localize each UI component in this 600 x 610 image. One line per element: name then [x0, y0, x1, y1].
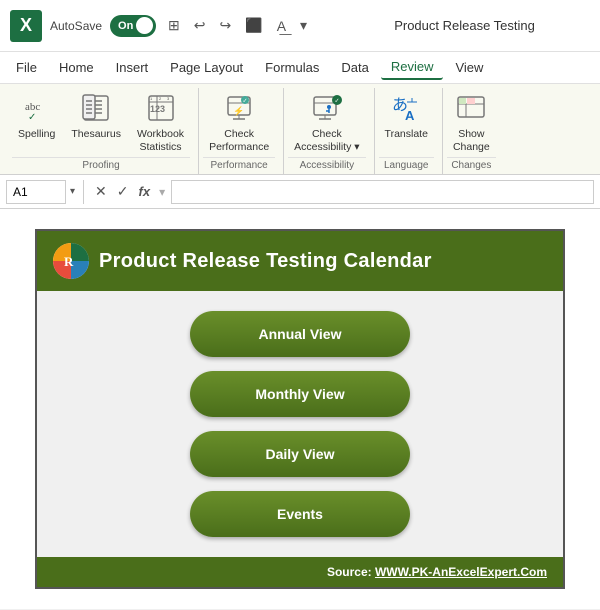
autosave-toggle[interactable]: On [110, 15, 156, 37]
workbook-stats-button[interactable]: 1 2 3 123 WorkbookStatistics [131, 92, 190, 155]
menu-file[interactable]: File [6, 56, 47, 79]
sheet-title: Product Release Testing Calendar [99, 250, 432, 273]
svg-text:✓: ✓ [28, 112, 36, 122]
translate-label: Translate [385, 128, 428, 141]
grid-icon[interactable]: ⬛ [241, 15, 266, 36]
menu-review[interactable]: Review [381, 55, 444, 80]
changes-label: Changes [447, 157, 496, 174]
svg-text:⚡: ⚡ [233, 105, 244, 117]
thesaurus-button[interactable]: Thesaurus [65, 92, 127, 143]
cancel-formula-icon[interactable]: ✕ [92, 183, 110, 200]
formula-bar: A1 ▾ ✕ ✓ fx ▾ [0, 175, 600, 209]
title-bar: X AutoSave On ⊞ ↩ ↪ ⬛ A͟ ▾ Product Relea… [0, 0, 600, 52]
events-button[interactable]: Events [190, 491, 410, 537]
redo-icon[interactable]: ↪ [216, 15, 236, 36]
ribbon-group-proofing: abc ✓ Spelling [8, 88, 199, 174]
ribbon-group-language: あ A Translate Language [375, 88, 443, 174]
excel-logo: X [10, 10, 42, 42]
thesaurus-label: Thesaurus [71, 128, 121, 141]
check-performance-button[interactable]: ⚡ ✓ CheckPerformance [203, 92, 275, 155]
formula-input[interactable] [171, 180, 594, 204]
show-changes-button[interactable]: ShowChange [447, 92, 496, 155]
accessibility-label: Accessibility [288, 157, 365, 174]
undo-icon[interactable]: ↩ [190, 15, 210, 36]
ribbon-group-performance: ⚡ ✓ CheckPerformance Performance [199, 88, 284, 174]
title-bar-icons: ⊞ ↩ ↪ ⬛ A͟ ▾ [164, 15, 311, 36]
spelling-label: Spelling [18, 128, 55, 141]
spelling-button[interactable]: abc ✓ Spelling [12, 92, 61, 143]
toggle-text: On [118, 20, 133, 32]
workbook-stats-icon: 1 2 3 123 [147, 94, 175, 126]
annual-view-button[interactable]: Annual View [190, 311, 410, 357]
check-performance-icon: ⚡ ✓ [225, 94, 253, 126]
cell-reference[interactable]: A1 [6, 180, 66, 204]
more-icon[interactable]: ▾ [296, 15, 311, 36]
font-color-icon[interactable]: A͟ [273, 16, 290, 36]
menu-data[interactable]: Data [331, 56, 378, 79]
confirm-formula-icon[interactable]: ✓ [114, 183, 132, 200]
svg-text:✓: ✓ [334, 99, 339, 105]
show-changes-label: ShowChange [453, 128, 490, 153]
svg-text:123: 123 [150, 104, 165, 114]
workbook-stats-label: WorkbookStatistics [137, 128, 184, 153]
sheet-card: R Product Release Testing Calendar Annua… [35, 229, 565, 589]
svg-text:✓: ✓ [243, 99, 248, 105]
show-changes-icon [456, 94, 486, 126]
footer-text: Source: WWW.PK-AnExcelExpert.Com [327, 565, 547, 579]
proofing-label: Proofing [12, 157, 190, 174]
check-accessibility-label: CheckAccessibility ▾ [294, 128, 359, 153]
check-performance-label: CheckPerformance [209, 128, 269, 153]
insert-function-icon[interactable]: fx [136, 184, 154, 199]
menu-page-layout[interactable]: Page Layout [160, 56, 253, 79]
sheet-container: R Product Release Testing Calendar Annua… [0, 209, 600, 609]
translate-button[interactable]: あ A Translate [379, 92, 434, 143]
svg-text:A: A [405, 108, 415, 122]
translate-icon: あ A [391, 94, 421, 126]
cell-options-icon[interactable]: ▾ [70, 186, 75, 197]
ribbon-group-accessibility: ✓ CheckAccessibility ▾ Accessibility [284, 88, 374, 174]
formula-divider [83, 180, 84, 204]
check-accessibility-button[interactable]: ✓ CheckAccessibility ▾ [288, 92, 365, 155]
thesaurus-icon [82, 94, 110, 126]
ribbon-group-changes: ShowChange Changes [443, 88, 504, 174]
sheet-footer: Source: WWW.PK-AnExcelExpert.Com [37, 557, 563, 587]
spelling-icon: abc ✓ [23, 94, 51, 126]
monthly-view-button[interactable]: Monthly View [190, 371, 410, 417]
quick-access-icon[interactable]: ⊞ [164, 15, 184, 36]
document-title: Product Release Testing [339, 18, 590, 33]
menu-insert[interactable]: Insert [106, 56, 159, 79]
ribbon: abc ✓ Spelling [0, 84, 600, 175]
sheet-header: R Product Release Testing Calendar [37, 231, 563, 291]
formula-caret-icon: ▾ [157, 185, 167, 199]
menu-home[interactable]: Home [49, 56, 104, 79]
toggle-knob [136, 17, 153, 34]
autosave-label: AutoSave [50, 19, 102, 33]
sheet-logo: R [53, 243, 89, 279]
check-accessibility-icon: ✓ [311, 94, 343, 126]
menu-formulas[interactable]: Formulas [255, 56, 329, 79]
svg-text:R: R [64, 254, 74, 269]
footer-url: WWW.PK-AnExcelExpert.Com [375, 565, 547, 579]
daily-view-button[interactable]: Daily View [190, 431, 410, 477]
menu-bar: File Home Insert Page Layout Formulas Da… [0, 52, 600, 84]
menu-view[interactable]: View [445, 56, 493, 79]
performance-label: Performance [203, 157, 275, 174]
language-label: Language [379, 157, 434, 174]
sheet-body: Annual View Monthly View Daily View Even… [37, 291, 563, 557]
